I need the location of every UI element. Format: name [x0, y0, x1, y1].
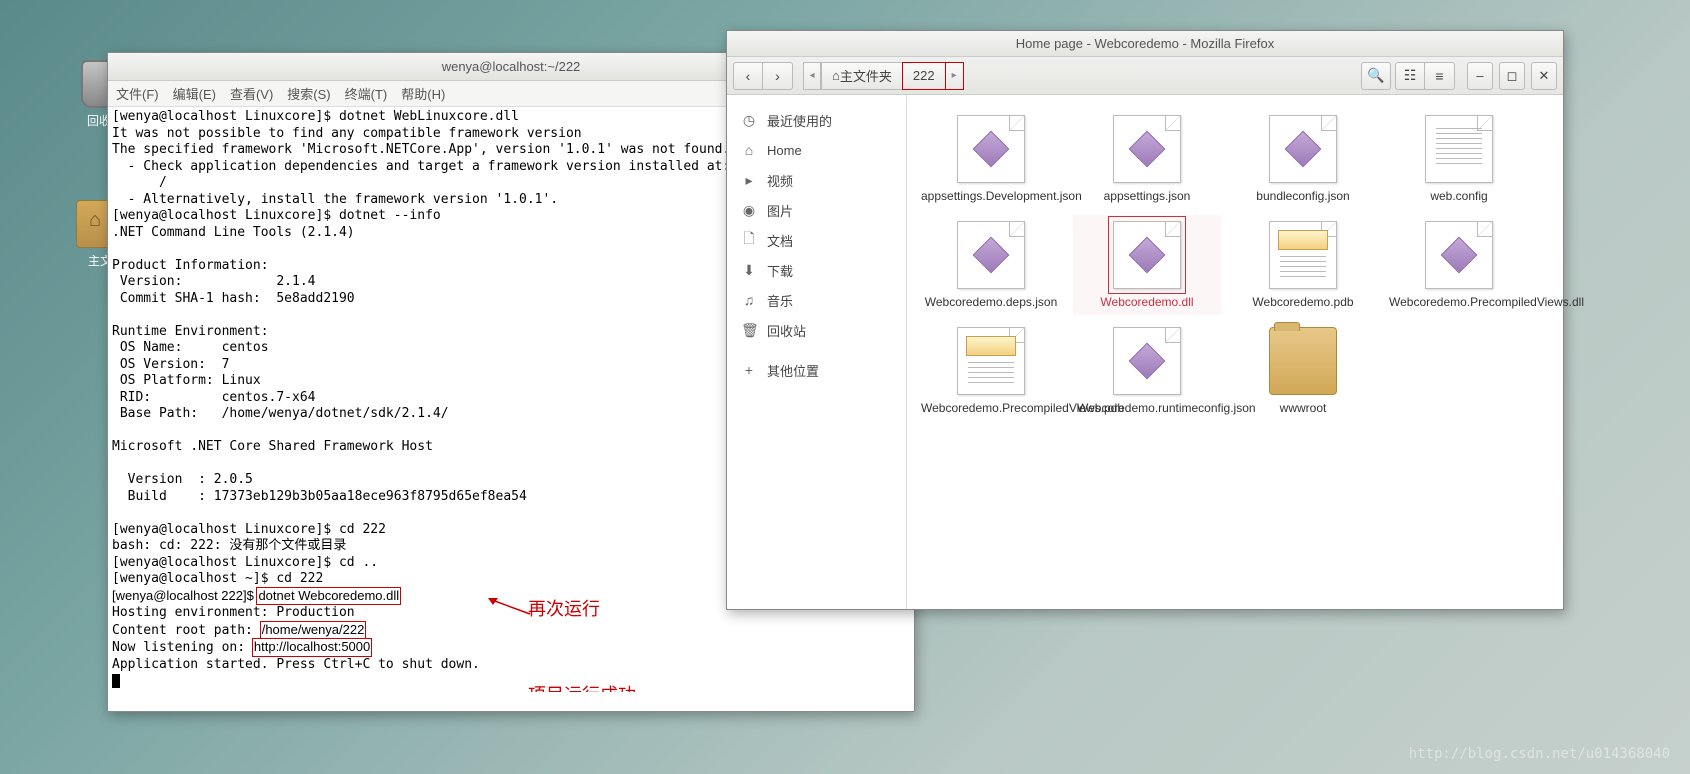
nav-forward-button[interactable]: ›	[763, 62, 793, 90]
breadcrumb-home[interactable]: ⌂ 主文件夹	[821, 62, 902, 90]
sidebar-item-2[interactable]: ▸ 视频	[727, 165, 906, 195]
file-item[interactable]: Webcoredemo.pdb	[1229, 215, 1377, 315]
menu-search[interactable]: 搜索(S)	[287, 84, 330, 103]
sidebar-icon: +	[741, 362, 757, 378]
sidebar-icon: ◷	[741, 112, 757, 129]
sidebar-icon: ◉	[741, 202, 757, 219]
fm-toolbar: ‹ › ◂ ⌂ 主文件夹 222 ▸ 🔍 ☷ ≡ – ◻ ✕	[727, 57, 1563, 95]
menu-terminal[interactable]: 终端(T)	[345, 84, 388, 103]
file-label: Webcoredemo.runtimeconfig.json	[1077, 401, 1217, 415]
file-item[interactable]: appsettings.json	[1073, 109, 1221, 209]
file-label: Webcoredemo.pdb	[1233, 295, 1373, 309]
sidebar-item-6[interactable]: ♫ 音乐	[727, 285, 906, 315]
file-item[interactable]: Webcoredemo.dll	[1073, 215, 1221, 315]
sidebar-label: 最近使用的	[767, 111, 832, 130]
fm-title: Home page - Webcoredemo - Mozilla Firefo…	[727, 31, 1563, 57]
file-item[interactable]: bundleconfig.json	[1229, 109, 1377, 209]
file-item[interactable]: appsettings.Development.json	[917, 109, 1065, 209]
sidebar-item-8[interactable]: + 其他位置	[727, 355, 906, 385]
fm-sidebar: ◷ 最近使用的 ⌂ Home ▸ 视频 ◉ 图片 🗋 文档 ⬇ 下载 ♫ 音乐 🗑 回收站 + 其他位置	[727, 95, 907, 609]
fm-content[interactable]: appsettings.Development.json appsettings.…	[907, 95, 1563, 609]
sidebar-label: 视频	[767, 171, 793, 190]
breadcrumb-next[interactable]: ▸	[946, 62, 964, 90]
file-label: Webcoredemo.PrecompiledViews.dll	[1389, 295, 1529, 309]
file-item[interactable]: web.config	[1385, 109, 1533, 209]
file-label: appsettings.json	[1077, 189, 1217, 203]
sidebar-item-0[interactable]: ◷ 最近使用的	[727, 105, 906, 135]
breadcrumb: ◂ ⌂ 主文件夹 222 ▸	[803, 62, 964, 90]
file-icon	[1113, 327, 1181, 395]
menu-view[interactable]: 查看(V)	[230, 84, 273, 103]
sidebar-item-4[interactable]: 🗋 文档	[727, 225, 906, 255]
sidebar-icon: 🗑	[741, 322, 757, 339]
file-label: wwwroot	[1233, 401, 1373, 415]
text-file-icon	[1425, 115, 1493, 183]
nav-back-button[interactable]: ‹	[733, 62, 763, 90]
folder-icon	[1269, 327, 1337, 395]
file-icon	[1425, 221, 1493, 289]
view-menu-button[interactable]: ≡	[1425, 62, 1455, 90]
file-label: Webcoredemo.PrecompiledViews.pdb	[921, 401, 1061, 415]
sidebar-item-5[interactable]: ⬇ 下载	[727, 255, 906, 285]
sidebar-label: 其他位置	[767, 361, 819, 380]
breadcrumb-prev[interactable]: ◂	[803, 62, 821, 90]
file-manager-window: Home page - Webcoredemo - Mozilla Firefo…	[726, 30, 1564, 610]
sidebar-icon: ⬇	[741, 262, 757, 279]
file-label: bundleconfig.json	[1233, 189, 1373, 203]
watermark: http://blog.csdn.net/u014368040	[1409, 746, 1670, 762]
minimize-button[interactable]: –	[1467, 62, 1493, 90]
file-icon	[1269, 115, 1337, 183]
sidebar-item-7[interactable]: 🗑 回收站	[727, 315, 906, 345]
menu-help[interactable]: 帮助(H)	[401, 84, 445, 103]
file-label: Webcoredemo.dll	[1077, 295, 1217, 309]
image-file-icon	[1269, 221, 1337, 289]
sidebar-item-1[interactable]: ⌂ Home	[727, 135, 906, 165]
file-item[interactable]: Webcoredemo.runtimeconfig.json	[1073, 321, 1221, 421]
sidebar-icon: ♫	[741, 292, 757, 308]
sidebar-label: 图片	[767, 201, 793, 220]
sidebar-label: 回收站	[767, 321, 806, 340]
sidebar-label: Home	[767, 143, 802, 158]
search-button[interactable]: 🔍	[1361, 62, 1391, 90]
sidebar-item-3[interactable]: ◉ 图片	[727, 195, 906, 225]
view-list-button[interactable]: ☷	[1395, 62, 1425, 90]
file-icon	[957, 221, 1025, 289]
file-item[interactable]: Webcoredemo.PrecompiledViews.pdb	[917, 321, 1065, 421]
sidebar-icon: ⌂	[741, 142, 757, 158]
file-label: appsettings.Development.json	[921, 189, 1061, 203]
menu-file[interactable]: 文件(F)	[116, 84, 159, 103]
sidebar-label: 音乐	[767, 291, 793, 310]
sidebar-icon: ▸	[741, 172, 757, 189]
breadcrumb-current[interactable]: 222	[902, 62, 946, 90]
file-item[interactable]: wwwroot	[1229, 321, 1377, 421]
menu-edit[interactable]: 编辑(E)	[173, 84, 216, 103]
file-label: Webcoredemo.deps.json	[921, 295, 1061, 309]
close-button[interactable]: ✕	[1531, 62, 1557, 90]
file-icon	[1113, 115, 1181, 183]
file-item[interactable]: Webcoredemo.deps.json	[917, 215, 1065, 315]
file-icon	[957, 115, 1025, 183]
maximize-button[interactable]: ◻	[1499, 62, 1525, 90]
sidebar-icon: 🗋	[741, 228, 757, 252]
file-item[interactable]: Webcoredemo.PrecompiledViews.dll	[1385, 215, 1533, 315]
image-file-icon	[957, 327, 1025, 395]
file-label: web.config	[1389, 189, 1529, 203]
sidebar-label: 文档	[767, 231, 793, 250]
sidebar-label: 下载	[767, 261, 793, 280]
file-icon	[1113, 221, 1181, 289]
